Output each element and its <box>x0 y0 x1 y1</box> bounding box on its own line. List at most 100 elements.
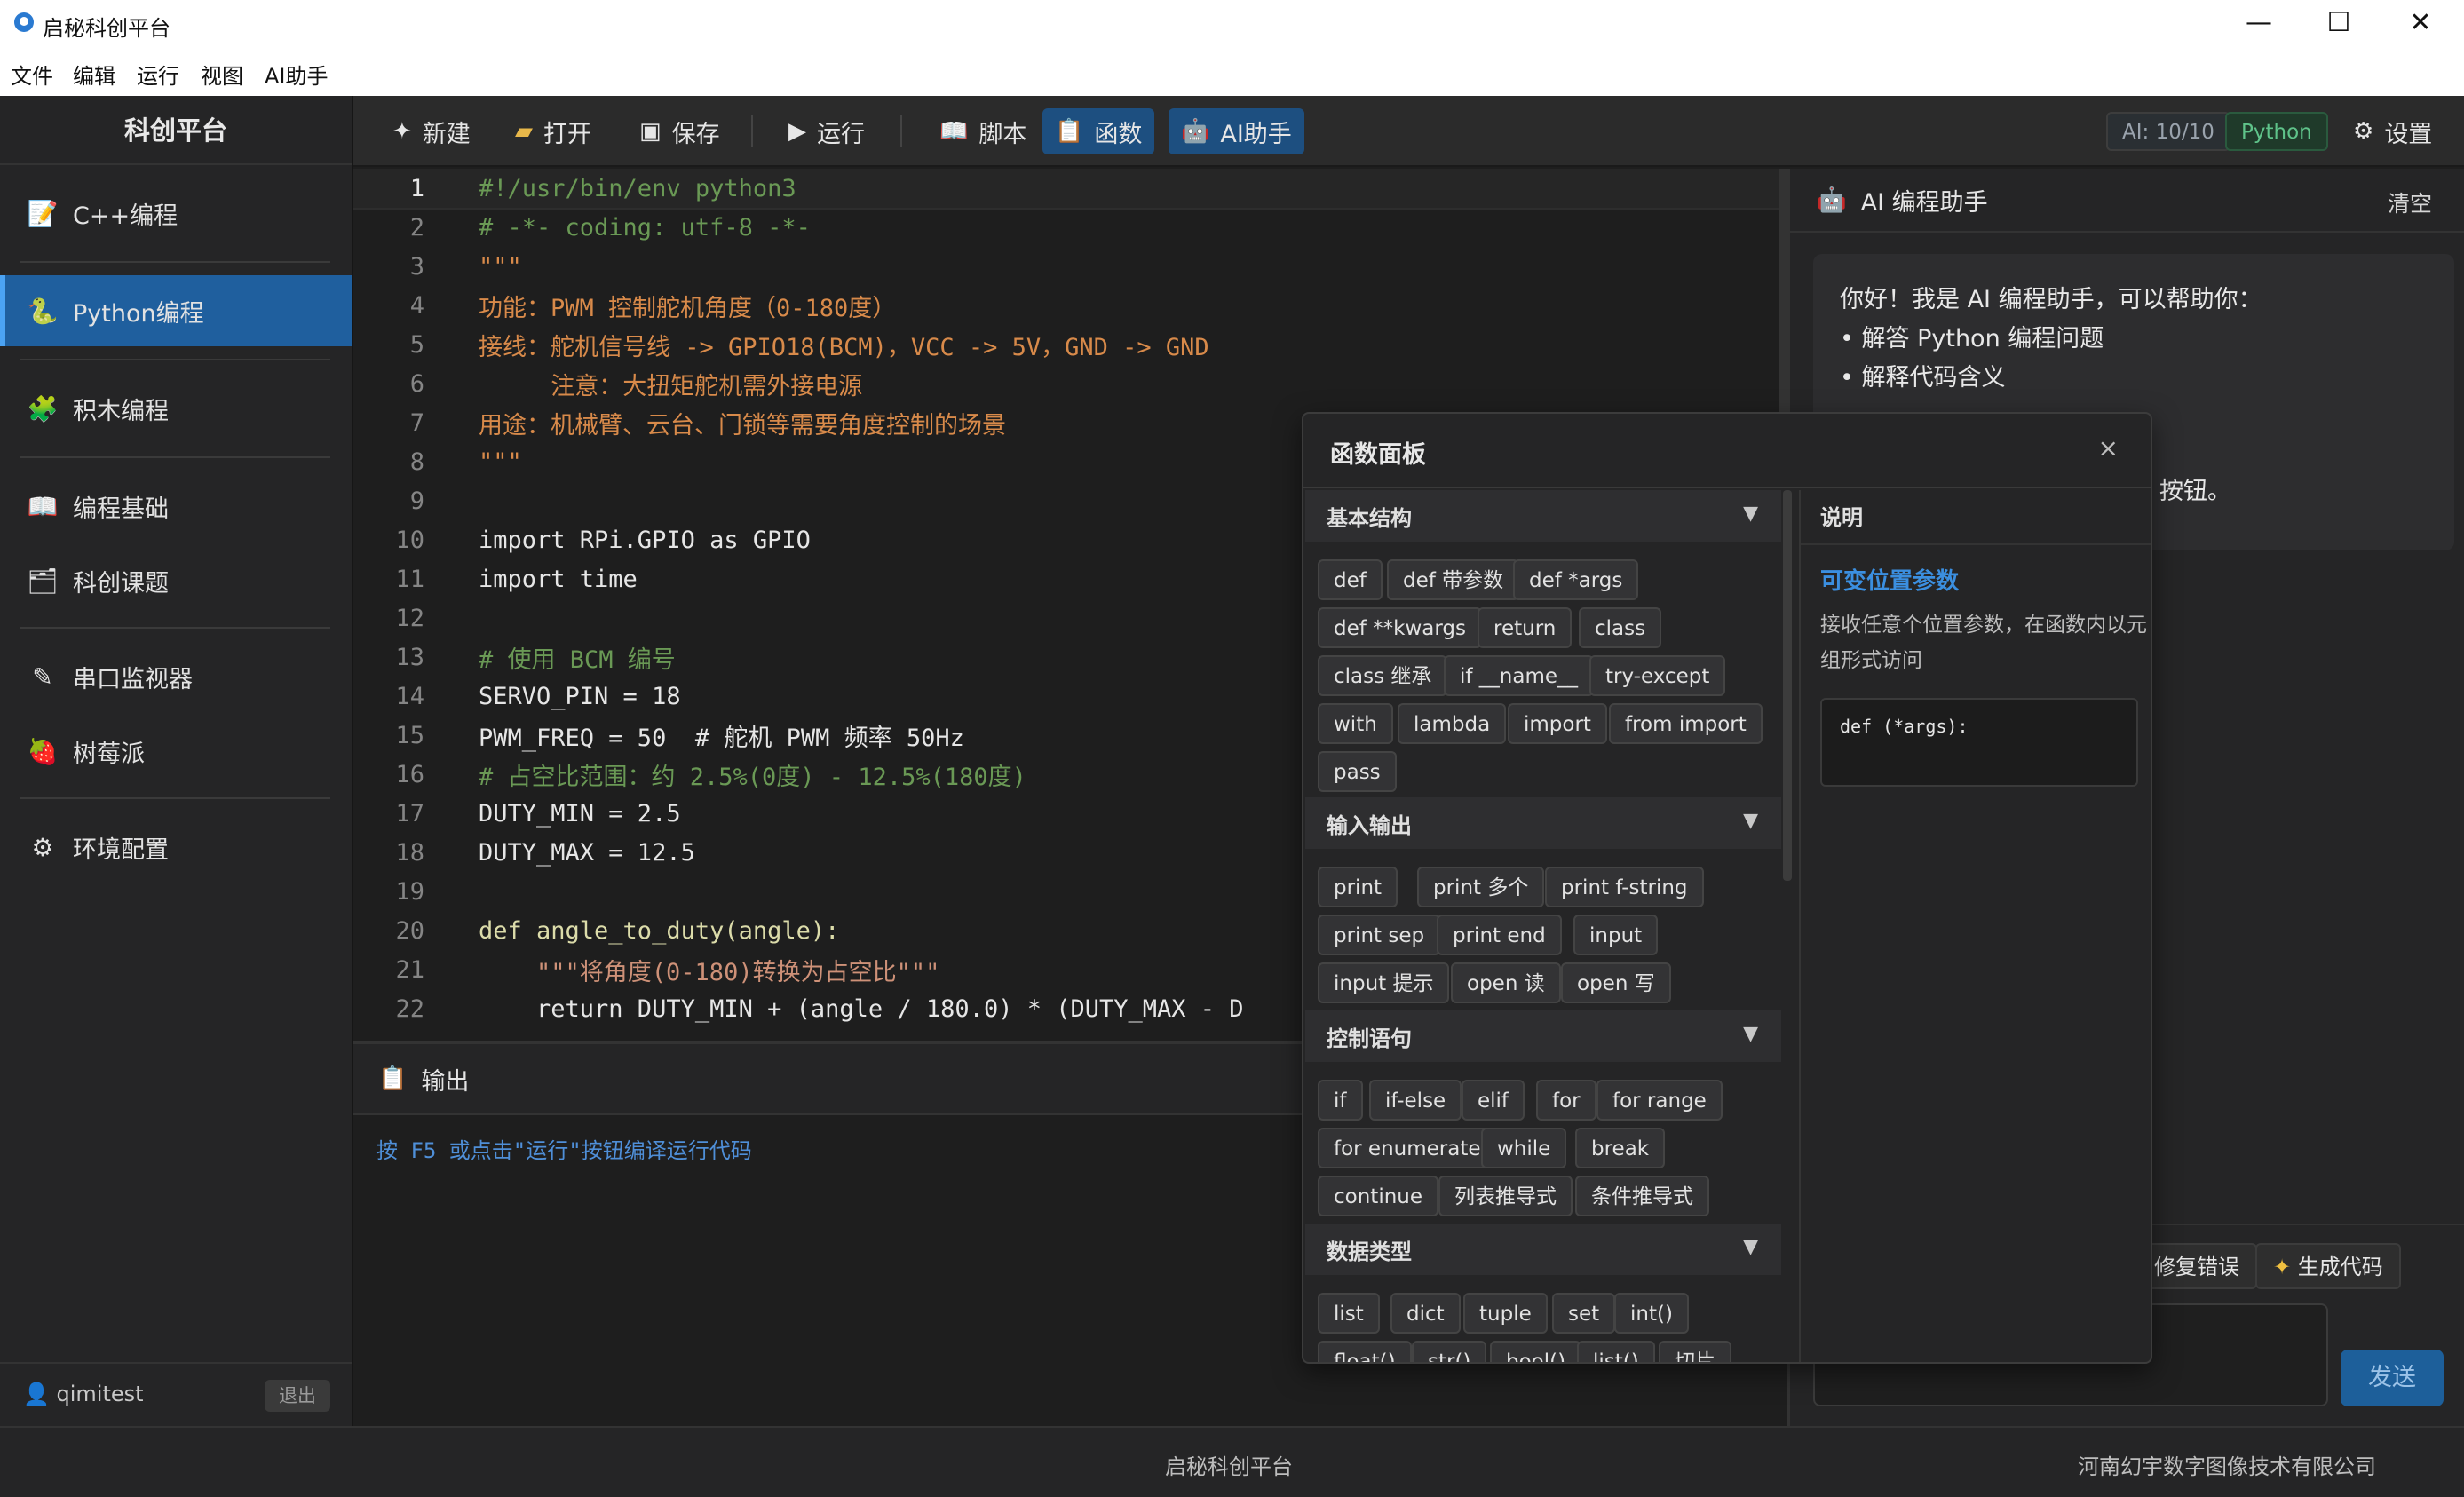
category-data-types[interactable]: 数据类型 ▼ <box>1305 1224 1781 1275</box>
fn-item[interactable]: dict <box>1390 1293 1461 1334</box>
window-title: 启秘科创平台 <box>43 16 170 41</box>
fn-item[interactable]: print <box>1318 867 1398 907</box>
settings-button[interactable]: ⚙ 设置 <box>2341 108 2444 154</box>
fn-item[interactable]: for range <box>1596 1080 1723 1121</box>
fn-item[interactable]: print f-string <box>1545 867 1704 907</box>
fn-item[interactable]: float() <box>1318 1341 1412 1362</box>
logout-button[interactable]: 退出 <box>265 1380 330 1412</box>
fn-item[interactable]: class <box>1579 607 1662 648</box>
fn-item[interactable]: open 写 <box>1561 962 1671 1003</box>
line-number: 15 <box>395 721 424 749</box>
clear-chat-button[interactable]: 清空 <box>2388 186 2432 218</box>
menu-edit[interactable]: 编辑 <box>73 59 115 90</box>
chevron-down-icon: ▼ <box>1743 810 1758 832</box>
fn-item[interactable]: 列表推导式 <box>1438 1176 1573 1216</box>
function-list-scrollbar[interactable] <box>1783 490 1792 881</box>
code-line[interactable]: 2 # -*- coding: utf-8 -*- <box>353 208 1785 247</box>
close-icon[interactable]: × <box>2098 433 2119 463</box>
sidebar-item-python[interactable]: 🐍 Python编程 <box>0 275 352 346</box>
maximize-button[interactable]: ☐ <box>2307 5 2371 41</box>
menu-view[interactable]: 视图 <box>201 59 243 90</box>
fn-item[interactable]: input 提示 <box>1318 962 1450 1003</box>
fn-item[interactable]: while <box>1481 1128 1567 1168</box>
functions-button[interactable]: 📋 函数 <box>1042 108 1155 154</box>
fn-item[interactable]: for enumerate <box>1318 1128 1497 1168</box>
fn-item[interactable]: 条件推导式 <box>1575 1176 1709 1216</box>
code-line[interactable]: 4 功能：PWM 控制舵机角度（0-180度） <box>353 286 1785 325</box>
category-basic-structure[interactable]: 基本结构 ▼ <box>1305 490 1781 542</box>
fn-item[interactable]: tuple <box>1463 1293 1548 1334</box>
sidebar-item-raspberry-pi[interactable]: 🍓 树莓派 <box>0 716 352 787</box>
category-input-output[interactable]: 输入输出 ▼ <box>1305 797 1781 849</box>
fn-item[interactable]: if __name__ <box>1444 655 1595 696</box>
fn-item[interactable]: from import <box>1609 703 1763 744</box>
menu-ai-helper[interactable]: AI助手 <box>265 59 329 90</box>
toolbar-divider <box>900 115 902 147</box>
sidebar-item-env-config[interactable]: ⚙ 环境配置 <box>0 812 352 883</box>
fn-item[interactable]: print 多个 <box>1417 867 1545 907</box>
fn-item[interactable]: import <box>1508 703 1607 744</box>
sidebar-item-serial-monitor[interactable]: ✎ 串口监视器 <box>0 641 352 712</box>
menu-file[interactable]: 文件 <box>11 59 53 90</box>
memo-icon: 📝 <box>27 198 59 228</box>
fn-item[interactable]: open 读 <box>1451 962 1561 1003</box>
fn-item[interactable]: print sep <box>1318 915 1441 955</box>
chevron-down-icon: ▼ <box>1743 503 1758 525</box>
fn-item[interactable]: class 继承 <box>1318 655 1448 696</box>
new-button[interactable]: ✦ 新建 <box>380 108 483 154</box>
fn-item[interactable]: def **kwargs <box>1318 607 1483 648</box>
category-control-statements[interactable]: 控制语句 ▼ <box>1305 1010 1781 1062</box>
ai-helper-button[interactable]: 🤖 AI助手 <box>1169 108 1304 154</box>
fn-item[interactable]: for <box>1536 1080 1596 1121</box>
run-button[interactable]: ▶ 运行 <box>776 108 877 154</box>
fn-item[interactable]: def 带参数 <box>1387 559 1520 600</box>
fn-item[interactable]: bool() <box>1490 1341 1582 1362</box>
fn-item[interactable]: print end <box>1437 915 1562 955</box>
fn-item[interactable]: elif <box>1462 1080 1525 1121</box>
send-button[interactable]: 发送 <box>2341 1350 2444 1406</box>
python-icon: 🐍 <box>27 296 59 326</box>
fn-item[interactable]: int() <box>1614 1293 1689 1334</box>
code-line[interactable]: 5 接线：舵机信号线 -> GPIO18(BCM)，VCC -> 5V，GND -… <box>353 325 1785 364</box>
fn-item[interactable]: list() <box>1577 1341 1655 1362</box>
fn-item[interactable]: pass <box>1318 751 1397 792</box>
fn-item[interactable]: str() <box>1412 1341 1487 1362</box>
fn-item[interactable]: if <box>1318 1080 1363 1121</box>
fn-item[interactable]: set <box>1552 1293 1616 1334</box>
raspberry-icon: 🍓 <box>27 736 59 766</box>
fix-errors-button[interactable]: 修复错误 <box>2136 1243 2257 1289</box>
sidebar-item-topics[interactable]: 🗂 科创课题 <box>0 545 352 616</box>
fn-item[interactable]: with <box>1318 703 1393 744</box>
script-button[interactable]: 📖 脚本 <box>927 108 1039 154</box>
code-text: import time <box>479 565 638 593</box>
fn-item[interactable]: continue <box>1318 1176 1439 1216</box>
minimize-button[interactable]: — <box>2227 5 2291 41</box>
fn-item[interactable]: try-except <box>1589 655 1726 696</box>
menu-run[interactable]: 运行 <box>137 59 179 90</box>
open-button[interactable]: ▰ 打开 <box>503 108 604 154</box>
category-label: 输入输出 <box>1327 812 1412 838</box>
sidebar-item-basics[interactable]: 📖 编程基础 <box>0 471 352 542</box>
close-window-button[interactable]: ✕ <box>2389 5 2452 41</box>
open-label: 打开 <box>543 120 591 148</box>
language-badge[interactable]: Python <box>2225 112 2328 151</box>
fn-item[interactable]: return <box>1478 607 1573 648</box>
save-button[interactable]: ▣ 保存 <box>627 108 733 154</box>
fn-item[interactable]: break <box>1575 1128 1666 1168</box>
fn-item[interactable]: list <box>1318 1293 1380 1334</box>
fn-item[interactable]: input <box>1573 915 1659 955</box>
fn-item[interactable]: def *args <box>1513 559 1639 600</box>
fn-item[interactable]: lambda <box>1398 703 1507 744</box>
greeting-tail-text: 按钮。 <box>2159 478 2231 505</box>
generate-code-button[interactable]: ✦ 生成代码 <box>2255 1243 2401 1289</box>
sidebar-item-label: 科创课题 <box>73 569 169 598</box>
code-line[interactable]: 1 #!/usr/bin/env python3 <box>353 169 1785 210</box>
sidebar-item-cpp[interactable]: 📝 C++编程 <box>0 178 352 249</box>
sidebar-item-blocks[interactable]: 🧩 积木编程 <box>0 373 352 444</box>
line-number: 1 <box>409 174 424 202</box>
code-line[interactable]: 3 """ <box>353 247 1785 286</box>
code-line[interactable]: 6 注意：大扭矩舵机需外接电源 <box>353 364 1785 403</box>
fn-item[interactable]: def <box>1318 559 1383 600</box>
fn-item[interactable]: 切片 <box>1659 1341 1731 1362</box>
fn-item[interactable]: if-else <box>1369 1080 1462 1121</box>
